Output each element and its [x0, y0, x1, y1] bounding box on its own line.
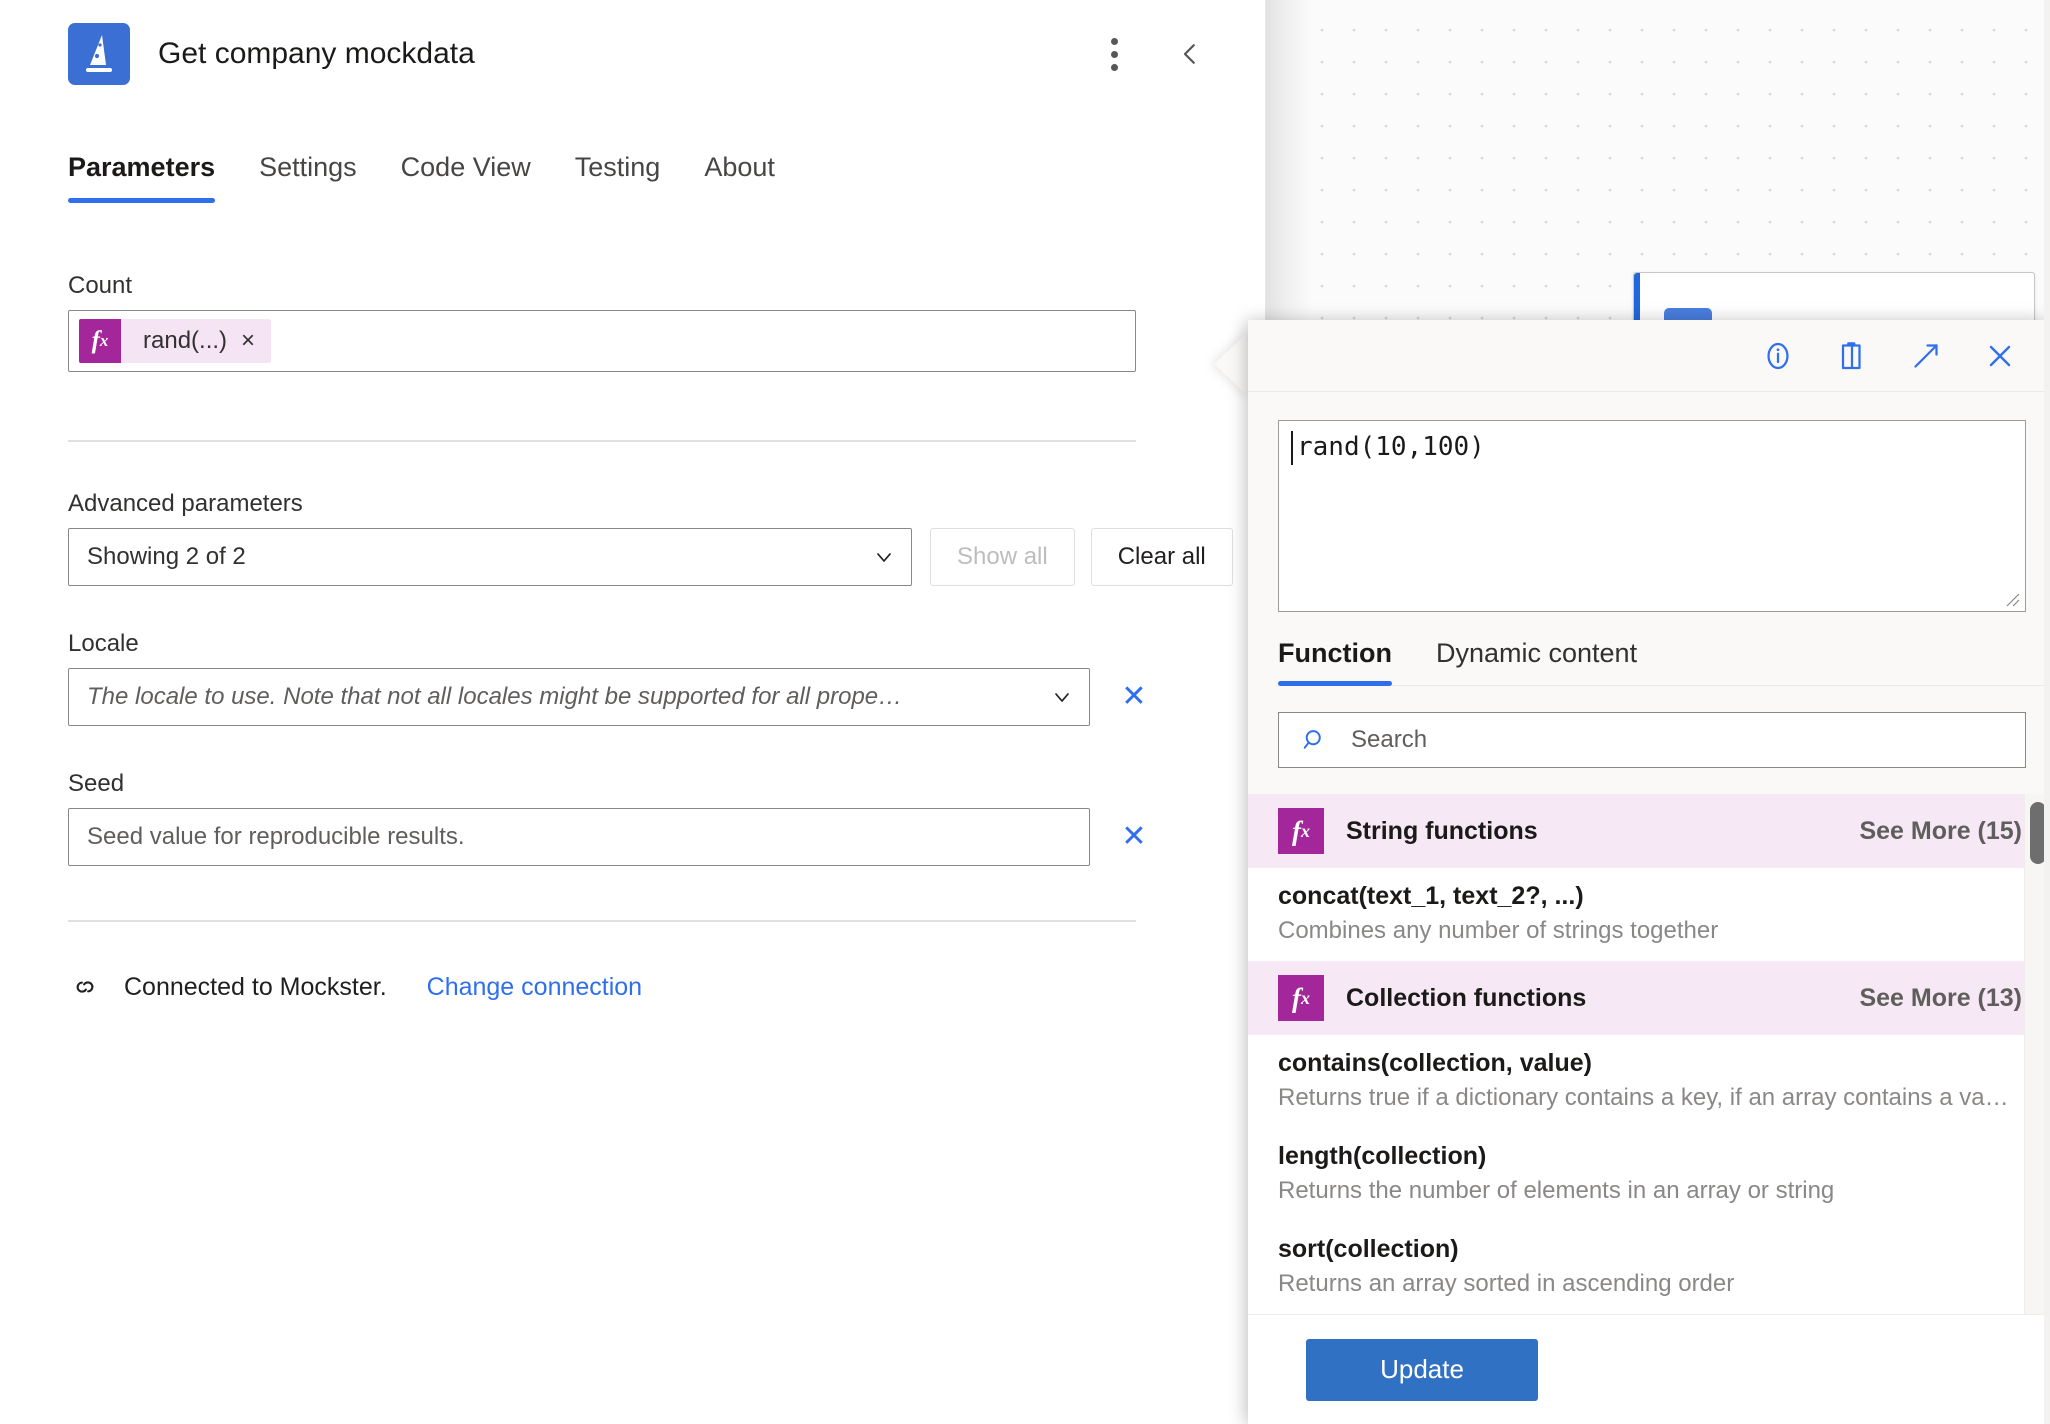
connection-link-icon [68, 970, 102, 1004]
seed-label: Seed [68, 770, 1265, 798]
search-icon [1297, 722, 1333, 758]
list-item[interactable]: length(collection) Returns the number of… [1248, 1128, 2050, 1221]
advanced-parameters-row: Showing 2 of 2 Show all Clear all [0, 528, 1265, 586]
tab-settings[interactable]: Settings [237, 152, 379, 203]
advanced-parameters-select[interactable]: Showing 2 of 2 [68, 528, 912, 586]
search-input[interactable] [1333, 726, 2025, 754]
close-icon[interactable] [1976, 332, 2024, 380]
function-group-name: Collection functions [1346, 984, 1859, 1013]
locale-label: Locale [68, 630, 1265, 658]
list-item[interactable]: concat(text_1, text_2?, ...) Combines an… [1248, 868, 2050, 961]
app-root: Manually trigger a flow Get company mock… [0, 0, 2050, 1424]
action-details-panel: Get company mockdata Parameters Settings… [0, 0, 1266, 1424]
page-scrollbar[interactable] [2044, 0, 2050, 1424]
chevron-down-icon [1049, 684, 1075, 710]
list-item[interactable]: contains(collection, value) Returns true… [1248, 1035, 2050, 1128]
locale-placeholder: The locale to use. Note that not all loc… [87, 683, 1049, 711]
function-group-name: String functions [1346, 817, 1859, 846]
function-signature: sort(collection) [1278, 1235, 2022, 1264]
connection-status-text: Connected to Mockster. [124, 973, 387, 1002]
tab-dynamic-content[interactable]: Dynamic content [1436, 638, 1659, 685]
function-description: Returns an array sorted in ascending ord… [1278, 1270, 2022, 1298]
function-description: Returns the number of elements in an arr… [1278, 1177, 2022, 1205]
function-list: fx String functions See More (15) concat… [1248, 794, 2050, 1314]
clear-all-button[interactable]: Clear all [1091, 528, 1233, 586]
function-list-inner: fx String functions See More (15) concat… [1248, 794, 2050, 1314]
function-group-string[interactable]: fx String functions See More (15) [1248, 794, 2050, 868]
clear-locale-icon[interactable]: ✕ [1112, 675, 1156, 719]
tab-function[interactable]: Function [1278, 638, 1414, 685]
tab-about[interactable]: About [682, 152, 797, 203]
expression-token-label: rand(...) [121, 327, 239, 355]
expression-textarea[interactable]: rand(10,100) [1278, 420, 2026, 612]
popup-toolbar [1248, 320, 2050, 392]
expression-editor-popup: rand(10,100) Function Dynamic content [1248, 320, 2050, 1424]
expression-value: rand(10,100) [1297, 429, 2013, 467]
popup-footer: Update [1248, 1314, 2050, 1424]
mockster-logo-icon [68, 23, 130, 85]
function-signature: length(collection) [1278, 1142, 2022, 1171]
tab-testing[interactable]: Testing [553, 152, 683, 203]
panel-header-actions [1087, 0, 1265, 108]
advanced-parameters-label: Advanced parameters [68, 490, 1265, 518]
list-item[interactable]: sort(collection) Returns an array sorted… [1248, 1221, 2050, 1314]
function-search[interactable] [1278, 712, 2026, 768]
popup-callout-arrow [1214, 330, 1250, 398]
function-description: Returns true if a dictionary contains a … [1278, 1084, 2022, 1112]
function-group-collection[interactable]: fx Collection functions See More (13) [1248, 961, 2050, 1035]
popup-tabs: Function Dynamic content [1278, 638, 2050, 686]
clear-seed-icon[interactable]: ✕ [1112, 815, 1156, 859]
advanced-parameters-value: Showing 2 of 2 [87, 543, 871, 571]
page-title: Get company mockdata [158, 37, 475, 71]
seed-input[interactable]: Seed value for reproducible results. [68, 808, 1090, 866]
change-connection-link[interactable]: Change connection [427, 973, 642, 1002]
fx-icon: fx [79, 319, 121, 363]
panel-header: Get company mockdata [0, 0, 1265, 108]
function-signature: concat(text_1, text_2?, ...) [1278, 882, 2022, 911]
tab-parameters[interactable]: Parameters [68, 152, 237, 203]
fx-subscript: x [1301, 821, 1310, 842]
expand-icon[interactable] [1902, 332, 1950, 380]
count-label: Count [68, 272, 1265, 300]
seed-row: Seed value for reproducible results. ✕ [0, 808, 1265, 866]
fx-icon: fx [1278, 808, 1324, 854]
info-icon[interactable] [1754, 332, 1802, 380]
fx-subscript: x [100, 331, 109, 351]
remove-token-icon[interactable]: × [239, 329, 271, 353]
show-all-button[interactable]: Show all [930, 528, 1075, 586]
text-caret [1291, 431, 1293, 465]
parameters-form: Count fx rand(...) × Advanced parameters… [0, 272, 1265, 1004]
expression-token[interactable]: fx rand(...) × [79, 319, 271, 363]
panel-tabs: Parameters Settings Code View Testing Ab… [68, 152, 797, 203]
tab-code-view[interactable]: Code View [379, 152, 553, 203]
see-more-string-functions[interactable]: See More (15) [1859, 817, 2022, 846]
resize-grip-icon[interactable] [2001, 588, 2021, 608]
seed-placeholder: Seed value for reproducible results. [87, 823, 465, 851]
more-options-icon[interactable] [1087, 27, 1141, 81]
function-signature: contains(collection, value) [1278, 1049, 2022, 1078]
locale-row: The locale to use. Note that not all loc… [0, 668, 1265, 726]
clipboard-icon[interactable] [1828, 332, 1876, 380]
fx-subscript: x [1301, 988, 1310, 1009]
function-description: Combines any number of strings together [1278, 917, 2022, 945]
see-more-collection-functions[interactable]: See More (13) [1859, 984, 2022, 1013]
collapse-panel-icon[interactable] [1163, 27, 1217, 81]
connection-row: Connected to Mockster. Change connection [68, 970, 1265, 1004]
chevron-down-icon [871, 544, 897, 570]
locale-select[interactable]: The locale to use. Note that not all loc… [68, 668, 1090, 726]
update-button[interactable]: Update [1306, 1339, 1538, 1401]
count-input[interactable]: fx rand(...) × [68, 310, 1136, 372]
fx-icon: fx [1278, 975, 1324, 1021]
